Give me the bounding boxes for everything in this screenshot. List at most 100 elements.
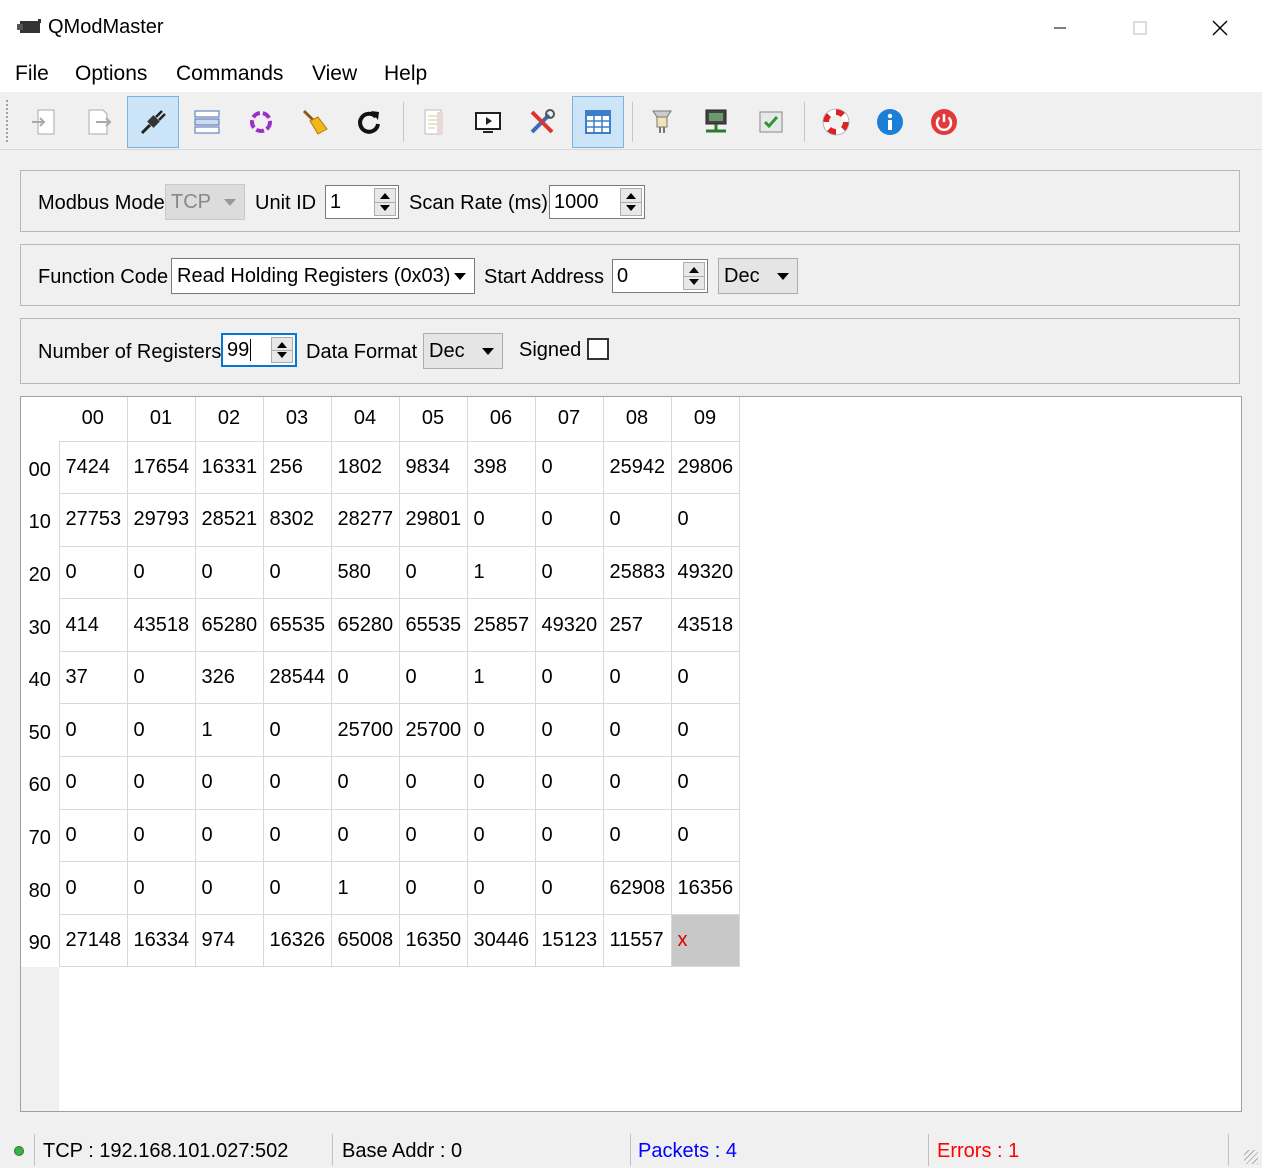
register-cell[interactable]: 0 [534,440,604,495]
register-cell[interactable]: 0 [126,703,196,758]
register-cell[interactable]: 0 [602,808,672,863]
column-header[interactable]: 09 [671,397,740,441]
register-cell[interactable]: 29801 [398,493,468,547]
register-cell[interactable]: 0 [126,650,196,705]
register-cell[interactable]: 29806 [670,440,740,495]
register-cell[interactable]: 0 [466,703,536,758]
register-cell[interactable]: 1 [330,861,400,915]
register-cell[interactable]: 0 [126,545,196,600]
exit-button[interactable] [918,96,970,148]
data-format-select[interactable]: Dec [423,333,503,369]
register-cell[interactable]: 0 [534,493,604,547]
clear-button[interactable] [289,96,341,148]
register-cell[interactable]: 0 [262,545,332,600]
connect-button[interactable] [127,96,179,148]
start-address-spin-buttons[interactable] [683,262,705,290]
register-cell[interactable]: 25700 [398,703,468,758]
refresh-button[interactable] [343,96,395,148]
register-cell[interactable]: 0 [330,756,400,810]
register-cell[interactable]: 0 [602,756,672,810]
register-cell[interactable]: 11557 [602,913,672,968]
register-cell[interactable]: 16356 [670,861,740,915]
menu-help[interactable]: Help [384,62,427,86]
function-code-select[interactable]: Read Holding Registers (0x03) [171,258,475,294]
menu-options[interactable]: Options [75,62,147,86]
register-cell[interactable]: 65535 [262,598,332,652]
register-cell[interactable]: 43518 [670,598,740,652]
register-cell[interactable]: 0 [466,756,536,810]
table-view-button[interactable] [572,96,624,148]
connect-tcp-button[interactable] [18,96,70,148]
column-header[interactable]: 02 [195,397,264,441]
register-cell[interactable]: 0 [466,493,536,547]
register-cell[interactable]: 25700 [330,703,400,758]
register-cell[interactable]: 0 [58,756,128,810]
register-cell[interactable]: 16326 [262,913,332,968]
row-header[interactable]: 20 [21,546,59,599]
register-cell[interactable]: 0 [126,808,196,863]
register-cell[interactable]: 25942 [602,440,672,495]
scan-rate-spinbox[interactable]: 1000 [549,185,645,219]
toolbar-grip[interactable] [6,100,10,142]
register-cell[interactable]: 49320 [670,545,740,600]
column-header[interactable]: 05 [399,397,468,441]
column-header[interactable]: 06 [467,397,536,441]
register-cell[interactable]: 27753 [58,493,128,547]
row-header[interactable]: 70 [21,809,59,862]
network-button[interactable] [690,96,742,148]
connect-rtu-button[interactable] [72,96,124,148]
size-grip[interactable] [1244,1150,1258,1164]
register-cell[interactable]: 49320 [534,598,604,652]
register-cell[interactable]: 0 [398,808,468,863]
register-cell[interactable]: 256 [262,440,332,495]
register-cell[interactable]: 28521 [194,493,264,547]
register-cell[interactable]: 0 [126,861,196,915]
register-cell[interactable]: 65535 [398,598,468,652]
corner-button[interactable] [21,397,59,441]
register-cell[interactable]: 17654 [126,440,196,495]
register-cell[interactable]: 1 [194,703,264,758]
unit-id-spin-buttons[interactable] [374,188,396,216]
close-button[interactable] [1190,8,1250,48]
menu-file[interactable]: File [15,62,49,86]
scan-button[interactable] [181,96,233,148]
row-header[interactable]: 80 [21,861,59,915]
register-cell[interactable]: 1 [466,650,536,705]
register-cell[interactable]: 16350 [398,913,468,968]
register-cell[interactable]: 0 [262,756,332,810]
register-cell[interactable]: 257 [602,598,672,652]
register-cell[interactable]: 15123 [534,913,604,968]
register-cell[interactable]: 0 [194,861,264,915]
row-header[interactable]: 00 [21,441,59,494]
reset-counters-button[interactable] [235,96,287,148]
register-cell[interactable]: 0 [330,808,400,863]
register-cell[interactable]: 0 [466,861,536,915]
column-header[interactable]: 07 [535,397,604,441]
register-cell[interactable]: 0 [194,756,264,810]
register-cell[interactable]: 0 [398,756,468,810]
about-button[interactable] [864,96,916,148]
register-cell[interactable]: 0 [262,808,332,863]
register-cell[interactable]: 0 [602,493,672,547]
register-cell[interactable]: 16331 [194,440,264,495]
row-header[interactable]: 40 [21,651,59,704]
register-cell[interactable]: 0 [466,808,536,863]
register-cell[interactable]: 7424 [58,440,128,495]
maximize-button[interactable] [1110,8,1170,48]
register-cell[interactable]: 0 [534,650,604,705]
register-cell[interactable]: 0 [194,545,264,600]
row-header[interactable]: 30 [21,598,59,652]
register-cell[interactable]: 0 [58,703,128,758]
tools-button[interactable] [516,96,568,148]
register-cell[interactable]: 0 [262,703,332,758]
register-cell[interactable]: 0 [58,861,128,915]
register-cell[interactable]: 65280 [194,598,264,652]
register-cell[interactable]: 28544 [262,650,332,705]
num-registers-spinbox[interactable]: 99 [221,333,297,367]
register-cell-error[interactable]: x [670,913,740,968]
address-format-select[interactable]: Dec [718,258,798,294]
register-cell[interactable]: 0 [602,650,672,705]
register-cell[interactable]: 0 [602,703,672,758]
register-cell[interactable]: 0 [534,861,604,915]
register-cell[interactable]: 1 [466,545,536,600]
